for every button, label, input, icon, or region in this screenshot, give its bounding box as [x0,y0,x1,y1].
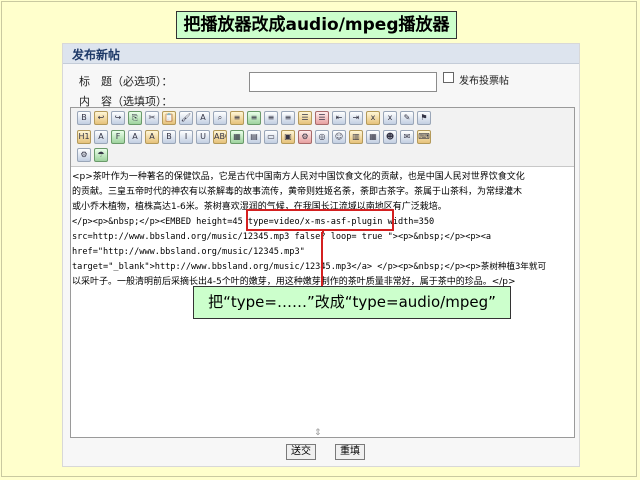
toolbar-button-icon[interactable]: ▤ [247,130,261,144]
toolbar-row-1: B ↩ ↪ ⎘ ✂ 📋 🖌 A ⌕ ≡ ≡ ≡ ≡ ☰ ☰ ⇤ ⇥ x x ✎ ⚑ [77,110,434,128]
toolbar-button-icon[interactable]: ≡ [264,111,278,125]
toolbar-button-icon[interactable]: ⌨ [417,130,431,144]
toolbar-button-icon[interactable]: A [94,130,108,144]
toolbar-button-icon[interactable]: ☺ [332,130,346,144]
toolbar-button-icon[interactable]: ⚙ [298,130,312,144]
toolbar-button-icon[interactable]: ≡ [230,111,244,125]
slide-title: 把播放器改成audio/mpeg播放器 2/2 [176,11,457,61]
content-line: href="http://www.bbsland.org/music/12345… [72,247,305,257]
toolbar-button-icon[interactable]: ABC [213,130,227,144]
toolbar-button-icon[interactable]: x [366,111,380,125]
toolbar-button-icon[interactable]: ▭ [264,130,278,144]
toolbar-button-icon[interactable]: ◎ [315,130,329,144]
toolbar-button-icon[interactable]: ▥ [349,130,363,144]
toolbar-button-icon[interactable]: I [179,130,193,144]
toolbar-button-icon[interactable]: ✉ [400,130,414,144]
toolbar-row-2: H1AFAABIUABC▦▤▭▣⚙◎☺▥▦☻✉⌨ [77,129,434,147]
submit-button[interactable]: 送交 [286,444,316,460]
toolbar-button-icon[interactable]: ▣ [281,130,295,144]
panel-header: 发布新帖 [63,44,579,64]
toolbar-button-icon[interactable]: ⇤ [332,111,346,125]
toolbar-button-icon[interactable]: ⚑ [417,111,431,125]
highlight-box [246,209,394,231]
toolbar-button-icon[interactable]: ↪ [111,111,125,125]
editor-toolbar: B↩↪⎘✂📋🖌A⌕≡≡≡≡☰☰⇤⇥xx✎⚑ H1AFAABIUABC▦▤▭▣⚙◎… [71,108,574,167]
toolbar-button-icon[interactable]: ✎ [400,111,414,125]
toolbar-row-3: ⚙ ☂ [77,147,111,165]
toolbar-button-icon[interactable]: A [128,130,142,144]
editor-resize-handle[interactable]: ⇕ [314,428,322,438]
toolbar-button-icon[interactable]: ✂ [145,111,159,125]
toolbar-button-icon[interactable]: ⚙ [77,148,91,162]
toolbar-button-icon[interactable]: B [162,130,176,144]
toolbar-button-icon[interactable]: ☰ [315,111,329,125]
toolbar-button-icon[interactable]: H1 [77,130,91,144]
toolbar-button-icon[interactable]: B [77,111,91,125]
poll-label: 发布投票帖 [459,76,509,87]
subject-label: 标 题（必选项）： [79,75,173,88]
toolbar-button-icon[interactable]: A [196,111,210,125]
toolbar-button-icon[interactable]: 📋 [162,111,176,125]
toolbar-button-icon[interactable]: 🖌 [179,111,193,125]
reset-button[interactable]: 重填 [335,444,365,460]
toolbar-button-icon[interactable]: ≡ [247,111,261,125]
toolbar-button-icon[interactable]: ☰ [298,111,312,125]
toolbar-button-icon[interactable]: ↩ [94,111,108,125]
toolbar-button-icon[interactable]: x [383,111,397,125]
content-line: <p>茶叶作为一种著名的保健饮品，它是古代中国南方人民对中国饮食文化的贡献，也是… [72,172,525,182]
toolbar-button-icon[interactable]: ☻ [383,130,397,144]
content-line: src=http://www.bbsland.org/music/12345.m… [72,232,492,242]
panel-header-title: 发布新帖 [72,48,121,62]
content-line: target="_blank">http://www.bbsland.org/m… [72,262,547,272]
toolbar-button-icon[interactable]: ⌕ [213,111,227,125]
toolbar-button-icon[interactable]: ▦ [230,130,244,144]
post-form-panel: 发布新帖 标 题（必选项）： 发布投票帖 内 容（选填项）： B ↩ ↪ ⎘ ✂ 📋 🖌 A ⌕… [62,43,580,467]
toolbar-button-icon[interactable]: ▦ [366,130,380,144]
toolbar-button-icon[interactable]: ⇥ [349,111,363,125]
poll-checkbox[interactable] [443,72,454,83]
toolbar-button-icon[interactable]: U [196,130,210,144]
toolbar-button-icon[interactable]: F [111,130,125,144]
callout-note: 把“type=……”改成“type=audio/mpeg” [193,286,511,319]
subject-input[interactable] [249,72,437,92]
rich-text-editor[interactable]: B↩↪⎘✂📋🖌A⌕≡≡≡≡☰☰⇤⇥xx✎⚑ H1AFAABIUABC▦▤▭▣⚙◎… [70,107,575,438]
content-line: 的贡献。三皇五帝时代的神农有以茶解毒的故事流传，黄帝则姓姬名荼，荼即古茶字。茶属… [72,187,523,197]
toolbar-button-icon[interactable]: A [145,130,159,144]
toolbar-button-icon[interactable]: ⎘ [128,111,142,125]
toolbar-button-icon[interactable]: ☂ [94,148,108,162]
form-buttons: 送交 重填 [0,444,640,462]
toolbar-button-icon[interactable]: ≡ [281,111,295,125]
